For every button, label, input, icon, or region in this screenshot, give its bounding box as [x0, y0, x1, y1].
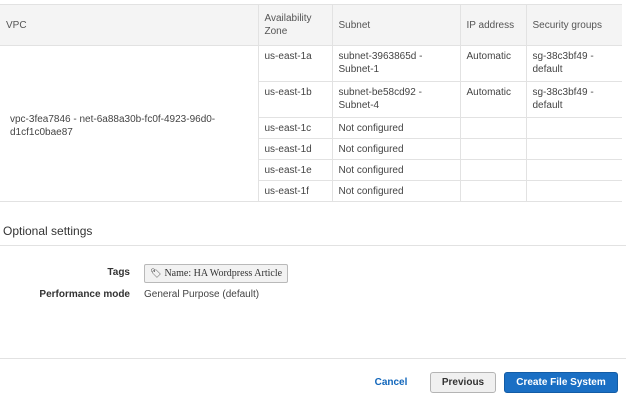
tags-label: Tags	[107, 267, 130, 278]
vpc-cell: vpc-3fea7846 - net-6a88a30b-fc0f-4923-96…	[0, 45, 258, 202]
ip-address-cell	[459, 117, 526, 139]
subnet-cell[interactable]: Not configured	[331, 180, 460, 202]
create-file-system-page: { "targets_table": { "headers": { "vpc":…	[0, 0, 626, 399]
az-cell: us-east-1b	[257, 81, 332, 118]
table-header-row: VPC Availability Zone Subnet IP address …	[0, 4, 622, 46]
optional-settings-title: Optional settings	[3, 224, 93, 238]
subnet-cell[interactable]: Not configured	[331, 117, 460, 139]
security-groups-cell[interactable]: sg-38c3bf49 - default	[525, 45, 622, 82]
header-ip-address: IP address	[459, 4, 526, 46]
performance-mode-value: General Purpose (default)	[144, 289, 260, 300]
az-cell: us-east-1a	[257, 45, 332, 82]
az-cell: us-east-1e	[257, 159, 332, 181]
tag-icon: 🏷︎	[150, 268, 162, 278]
create-file-system-button[interactable]: Create File System	[504, 372, 618, 393]
tag-chip-label: Name: HA Wordpress Article	[164, 268, 283, 279]
header-subnet: Subnet	[331, 4, 460, 46]
ip-address-cell[interactable]: Automatic	[459, 81, 526, 118]
table-row: vpc-3fea7846 - net-6a88a30b-fc0f-4923-96…	[0, 45, 622, 202]
subnet-cell[interactable]: Not configured	[331, 159, 460, 181]
ip-address-cell	[459, 138, 526, 160]
cancel-button[interactable]: Cancel	[366, 372, 416, 393]
az-cell: us-east-1c	[257, 117, 332, 139]
tag-chip[interactable]: 🏷︎ Name: HA Wordpress Article	[144, 264, 289, 283]
section-divider	[0, 245, 626, 246]
security-groups-cell	[525, 180, 622, 202]
az-cell: us-east-1d	[257, 138, 332, 160]
header-vpc: VPC	[0, 4, 258, 46]
header-availability-zone: Availability Zone	[257, 4, 332, 46]
ip-address-cell	[459, 159, 526, 181]
performance-mode-label: Performance mode	[39, 289, 130, 300]
previous-button[interactable]: Previous	[430, 372, 496, 393]
subnet-cell[interactable]: subnet-3963865d - Subnet-1	[331, 45, 460, 82]
security-groups-cell	[525, 159, 622, 181]
ip-address-cell	[459, 180, 526, 202]
security-groups-cell	[525, 117, 622, 139]
az-cell: us-east-1f	[257, 180, 332, 202]
header-security-groups: Security groups	[525, 4, 622, 46]
security-groups-cell	[525, 138, 622, 160]
security-groups-cell[interactable]: sg-38c3bf49 - default	[525, 81, 622, 118]
footer-divider	[0, 358, 626, 359]
ip-address-cell[interactable]: Automatic	[459, 45, 526, 82]
subnet-cell[interactable]: Not configured	[331, 138, 460, 160]
subnet-cell[interactable]: subnet-be58cd92 - Subnet-4	[331, 81, 460, 118]
mount-targets-table: VPC Availability Zone Subnet IP address …	[0, 4, 622, 202]
